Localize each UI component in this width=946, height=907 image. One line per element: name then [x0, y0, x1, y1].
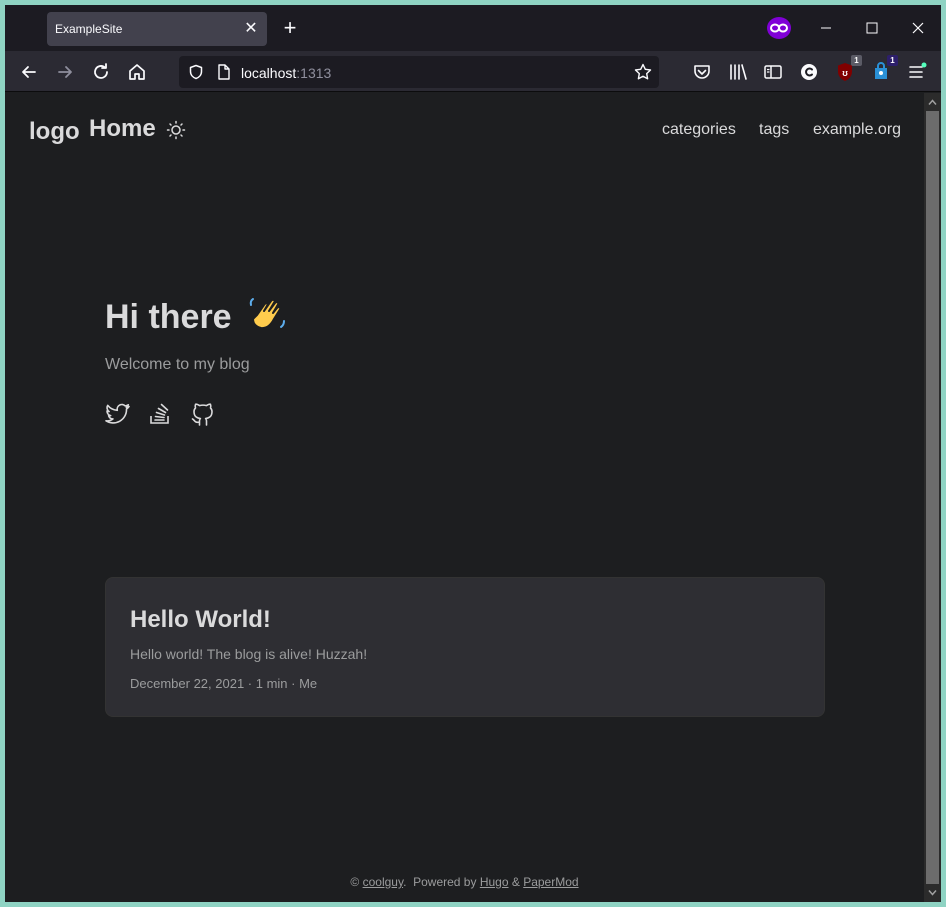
- ublock-badge: 1: [851, 55, 862, 66]
- footer-copyright: ©: [350, 875, 360, 889]
- bookmark-star-icon[interactable]: [634, 63, 652, 81]
- minimize-button[interactable]: [812, 14, 840, 42]
- stackoverflow-icon[interactable]: [147, 400, 175, 428]
- post-summary: Hello world! The blog is alive! Huzzah!: [130, 646, 368, 662]
- nav-tags[interactable]: tags: [759, 121, 789, 139]
- title-bar: ExampleSite ✕ +: [5, 5, 941, 51]
- extension-icon[interactable]: 1: [870, 55, 898, 83]
- svg-text:ʊ: ʊ: [842, 68, 848, 78]
- url-text[interactable]: localhost:1313: [241, 65, 331, 81]
- site-logo[interactable]: logo: [29, 118, 80, 146]
- menu-hamburger-icon[interactable]: [906, 61, 928, 83]
- vertical-scrollbar[interactable]: [924, 93, 941, 902]
- home-button[interactable]: [126, 61, 148, 83]
- new-tab-button[interactable]: +: [279, 17, 301, 39]
- site-footer: © coolguy. Powered by Hugo & PaperMod: [5, 875, 924, 889]
- nav-example-org[interactable]: example.org: [813, 121, 901, 139]
- close-window-button[interactable]: [904, 14, 932, 42]
- page-viewport: logo Home categories tags example.org Hi…: [5, 93, 924, 902]
- footer-hugo-link[interactable]: Hugo: [480, 875, 509, 889]
- twitter-icon[interactable]: [104, 400, 132, 428]
- hero-title: Hi there: [105, 298, 232, 336]
- github-icon[interactable]: [189, 400, 217, 428]
- url-bar[interactable]: localhost:1313: [179, 56, 659, 88]
- page-icon[interactable]: [217, 64, 231, 80]
- post-title[interactable]: Hello World!: [130, 606, 271, 634]
- ublock-origin-icon[interactable]: ʊ 1: [834, 55, 862, 83]
- footer-dot: .: [403, 875, 407, 889]
- footer-papermod-link[interactable]: PaperMod: [523, 875, 578, 889]
- reload-button[interactable]: [90, 61, 112, 83]
- waving-hand-icon: [247, 295, 287, 340]
- browser-tab[interactable]: ExampleSite ✕: [47, 12, 267, 46]
- scrollbar-thumb[interactable]: [926, 111, 939, 884]
- tab-close-icon[interactable]: ✕: [241, 19, 261, 39]
- tab-title: ExampleSite: [55, 22, 123, 36]
- extension-badge: 1: [887, 55, 898, 66]
- site-home-link[interactable]: Home: [89, 115, 156, 143]
- scroll-down-arrow-icon[interactable]: [928, 888, 937, 897]
- url-port: :1313: [296, 65, 332, 81]
- hero-subtitle: Welcome to my blog: [105, 356, 250, 373]
- footer-author-link[interactable]: coolguy: [363, 875, 403, 889]
- post-card[interactable]: Hello World! Hello world! The blog is al…: [105, 577, 825, 717]
- library-icon[interactable]: [727, 61, 749, 83]
- maximize-button[interactable]: [858, 14, 886, 42]
- footer-powered-by: Powered by: [413, 875, 477, 889]
- sidebar-icon[interactable]: [762, 61, 784, 83]
- back-button[interactable]: [18, 61, 40, 83]
- pocket-icon[interactable]: [691, 61, 713, 83]
- url-host: localhost: [241, 65, 297, 81]
- nav-toolbar: localhost:1313 ʊ 1 1: [5, 51, 941, 92]
- browser-window: ExampleSite ✕ + localhost:1313 ʊ 1 1 log…: [5, 5, 941, 902]
- theme-toggle-sun-icon[interactable]: [166, 120, 186, 145]
- private-browsing-icon: [767, 17, 791, 39]
- scroll-up-arrow-icon[interactable]: [928, 98, 937, 107]
- post-meta: December 22, 2021 · 1 min · Me: [130, 676, 318, 691]
- account-c-icon[interactable]: [798, 61, 820, 83]
- shield-icon[interactable]: [188, 64, 204, 80]
- forward-button[interactable]: [54, 61, 76, 83]
- footer-amp: &: [511, 875, 520, 889]
- nav-categories[interactable]: categories: [662, 121, 736, 139]
